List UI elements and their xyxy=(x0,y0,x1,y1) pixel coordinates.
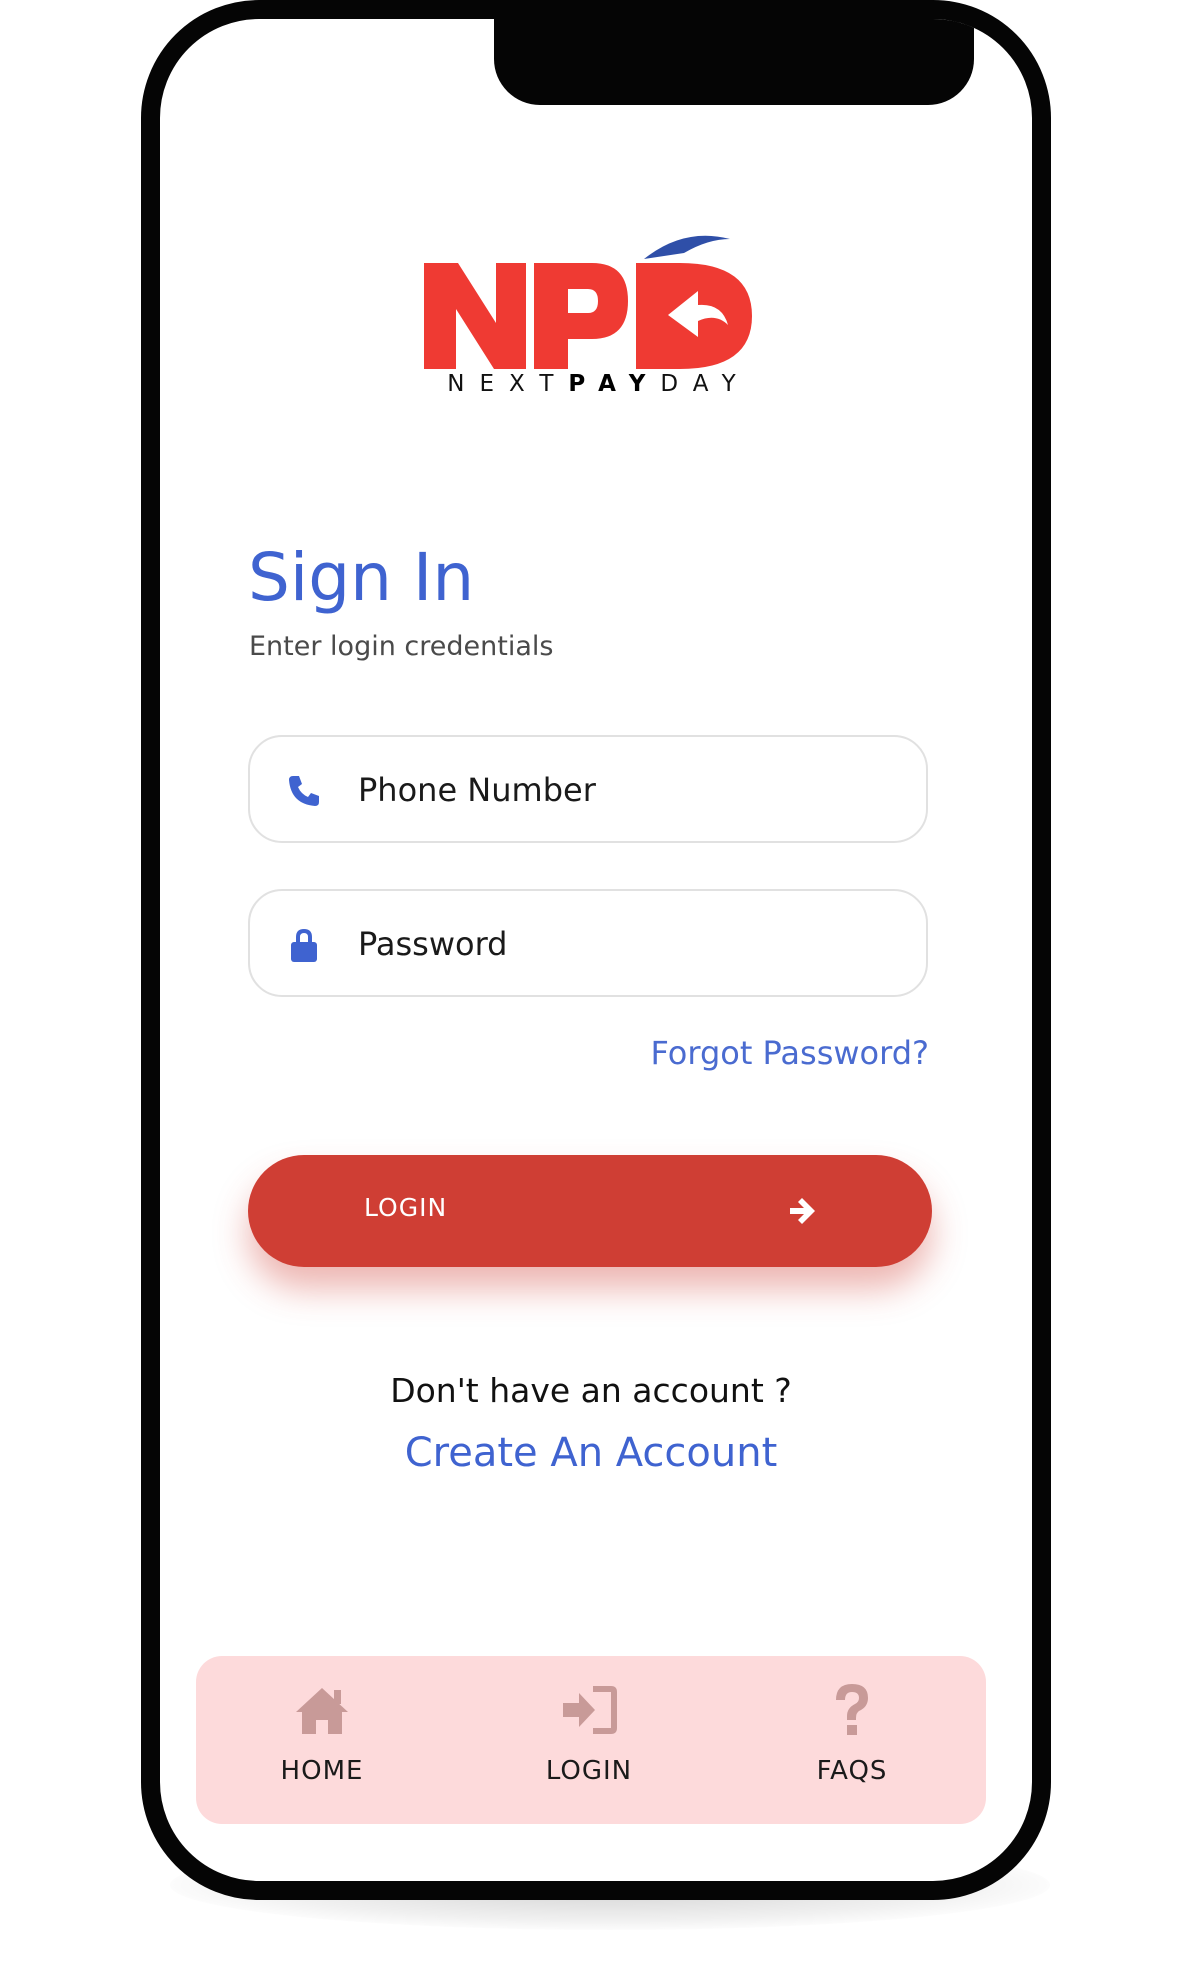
page-title: Sign In xyxy=(248,539,475,616)
npd-wordmark: NEXTPAYDAY xyxy=(422,371,776,397)
login-button[interactable]: LOGIN xyxy=(248,1155,932,1267)
login-button-label: LOGIN xyxy=(364,1193,448,1222)
phone-number-field[interactable] xyxy=(248,735,928,843)
create-account-link[interactable]: Create An Account xyxy=(160,1430,1022,1476)
page-subtitle: Enter login credentials xyxy=(249,631,554,662)
wordmark-day: DAY xyxy=(660,371,751,397)
wordmark-pay: PAY xyxy=(568,371,661,397)
nav-item-login[interactable]: LOGIN xyxy=(489,1656,689,1824)
phone-frame: NEXTPAYDAY Sign In Enter login credentia… xyxy=(141,0,1051,1900)
forgot-password-link[interactable]: Forgot Password? xyxy=(651,1034,930,1072)
app-screen: NEXTPAYDAY Sign In Enter login credentia… xyxy=(160,19,1032,1881)
lock-icon xyxy=(291,929,317,962)
arrow-right-icon xyxy=(790,1198,815,1224)
password-input[interactable] xyxy=(358,915,898,973)
npd-logo-mark xyxy=(424,235,752,369)
question-icon xyxy=(836,1684,868,1735)
wordmark-next: NEXT xyxy=(447,371,569,397)
stage: NEXTPAYDAY Sign In Enter login credentia… xyxy=(0,0,1191,1974)
nav-item-faqs[interactable]: FAQS xyxy=(752,1656,952,1824)
phone-notch xyxy=(494,19,974,105)
no-account-prompt: Don't have an account ? xyxy=(390,1371,792,1410)
nav-item-home[interactable]: HOME xyxy=(222,1656,422,1824)
nav-item-label: FAQS xyxy=(816,1756,888,1786)
password-field[interactable] xyxy=(248,889,928,997)
phone-icon xyxy=(289,776,319,806)
home-icon xyxy=(296,1688,348,1734)
bottom-nav: HOME LOGIN FAQS xyxy=(196,1656,986,1824)
npd-logo: NEXTPAYDAY xyxy=(422,229,822,429)
nav-item-label: HOME xyxy=(280,1756,364,1786)
sign-in-icon xyxy=(563,1686,617,1734)
phone-number-input[interactable] xyxy=(358,761,898,819)
nav-item-label: LOGIN xyxy=(545,1756,633,1786)
